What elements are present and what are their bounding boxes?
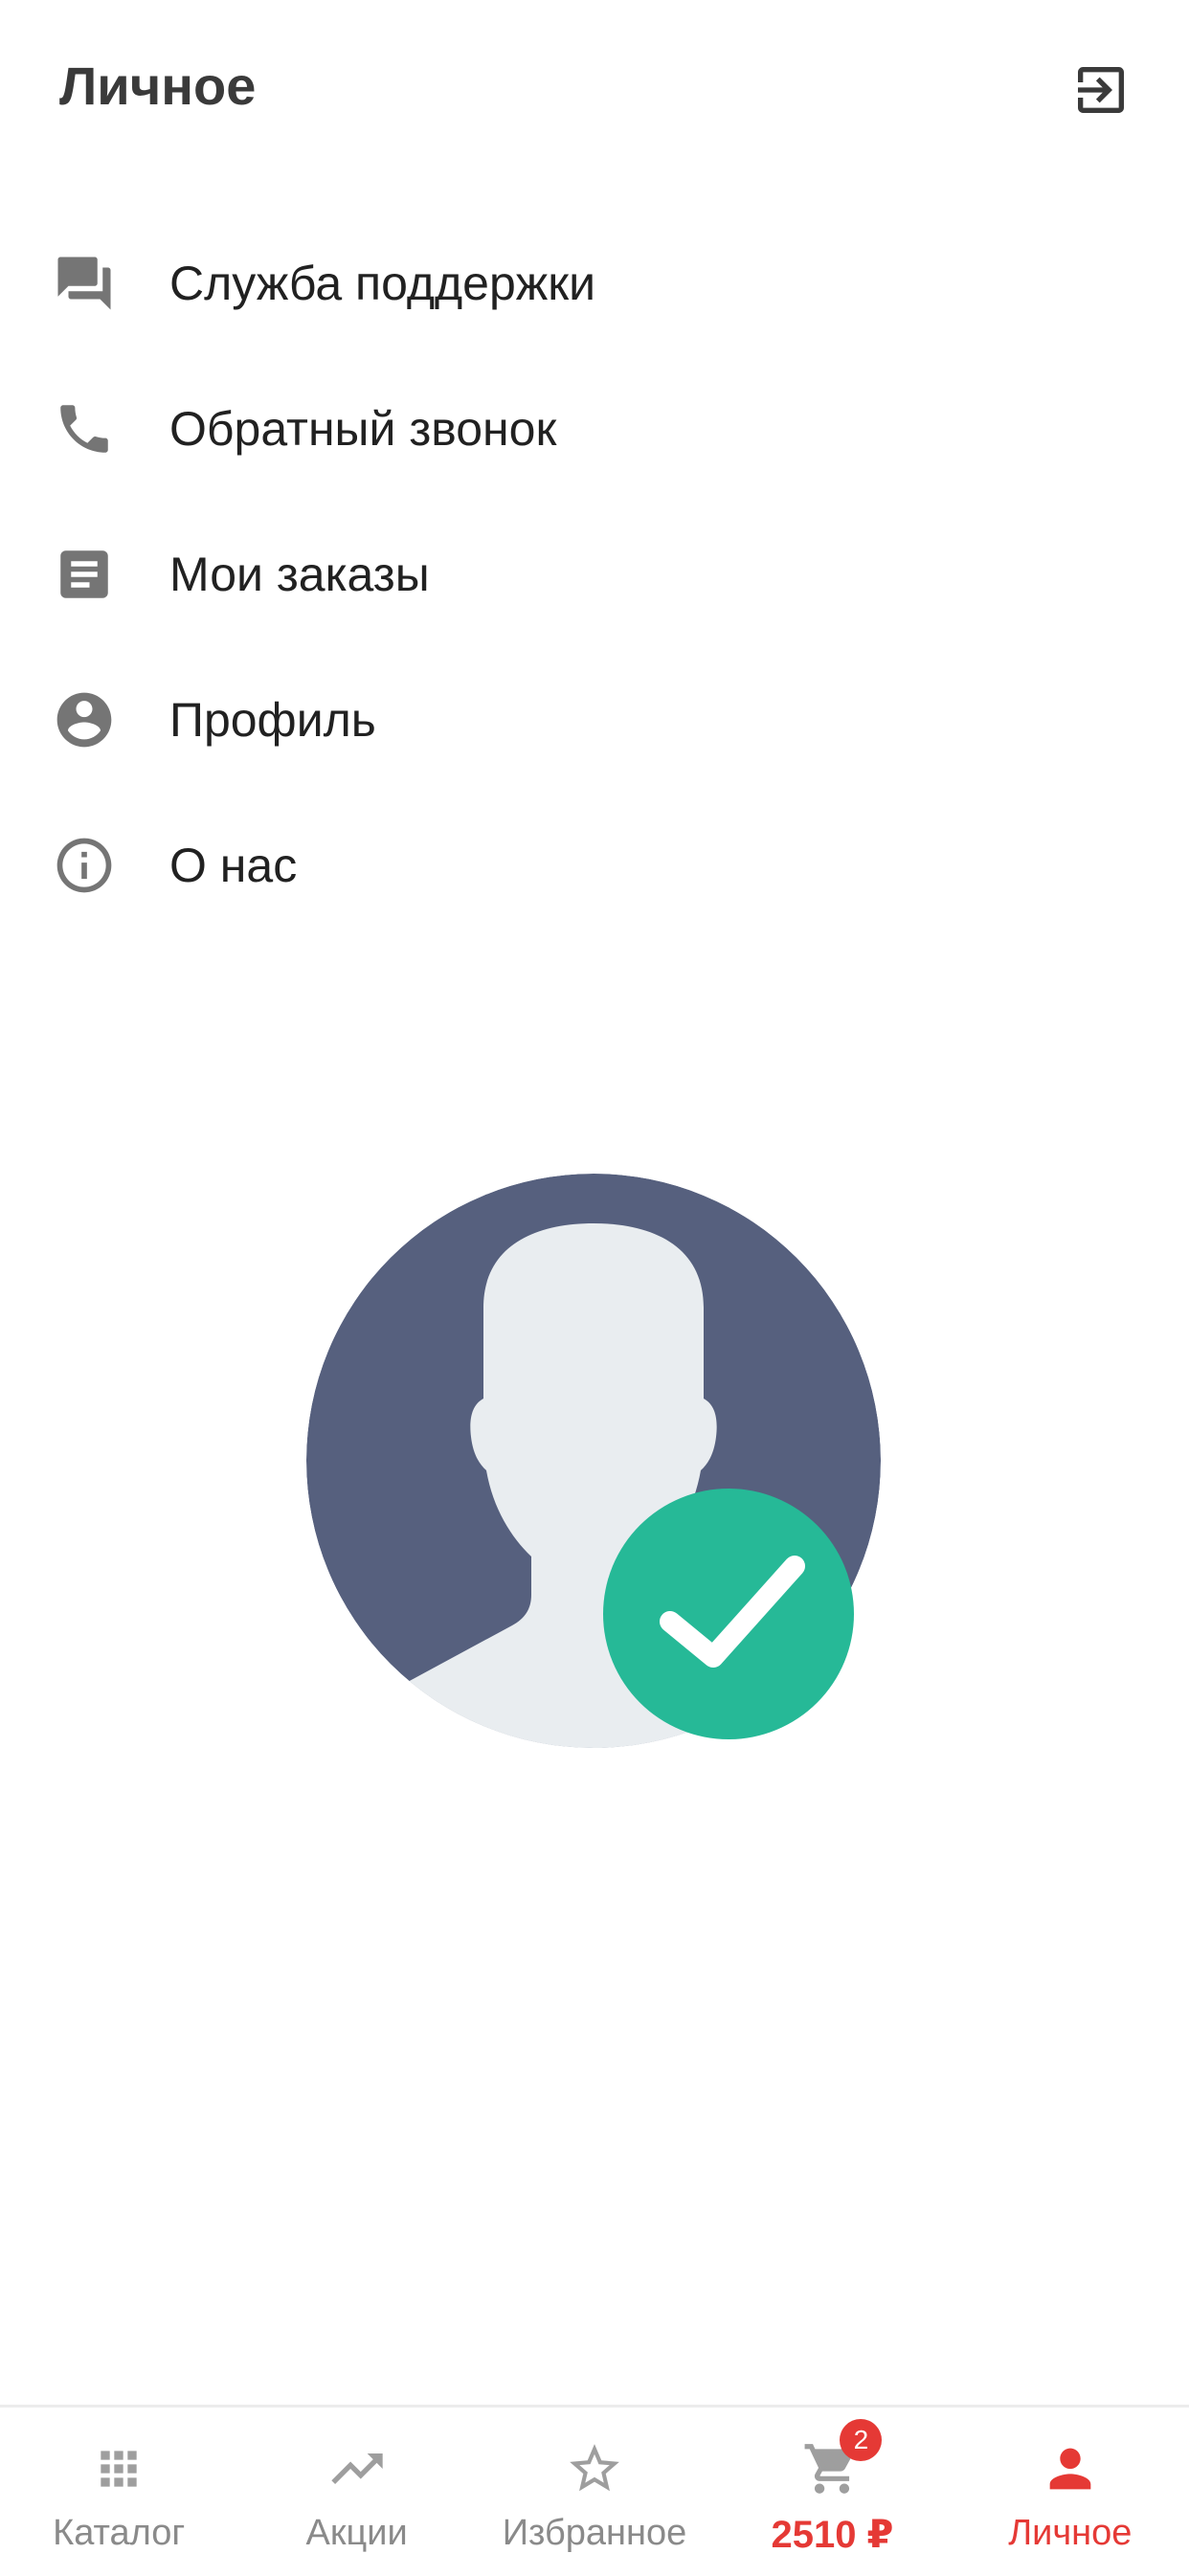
nav-promotions[interactable]: Акции bbox=[237, 2408, 475, 2576]
cart-count-badge: 2 bbox=[840, 2419, 883, 2461]
account-icon bbox=[52, 687, 117, 752]
person-icon bbox=[1036, 2434, 1105, 2503]
verified-user-illustration bbox=[306, 1174, 881, 1758]
orders-icon bbox=[52, 542, 117, 607]
menu-item-label: Мои заказы bbox=[169, 548, 430, 601]
cart-icon: 2 bbox=[797, 2419, 883, 2503]
star-outline-icon bbox=[560, 2434, 629, 2503]
menu-item-callback[interactable]: Обратный звонок bbox=[0, 356, 1189, 502]
cart-total-label: 2510 ₽ bbox=[771, 2514, 894, 2556]
nav-personal[interactable]: Личное bbox=[952, 2408, 1189, 2576]
menu-item-label: Профиль bbox=[169, 693, 376, 747]
logout-button[interactable] bbox=[1065, 54, 1137, 126]
phone-icon bbox=[52, 396, 117, 461]
menu-item-label: О нас bbox=[169, 839, 298, 892]
chat-icon bbox=[52, 251, 117, 316]
menu-item-orders[interactable]: Мои заказы bbox=[0, 502, 1189, 647]
nav-favorites[interactable]: Избранное bbox=[476, 2408, 713, 2576]
bottom-navigation: Каталог Акции Избранное 2 2510 ₽ Личное bbox=[0, 2405, 1189, 2576]
nav-label: Каталог bbox=[53, 2513, 186, 2553]
logout-icon bbox=[1078, 67, 1124, 113]
trending-up-icon bbox=[323, 2434, 392, 2503]
menu-item-label: Обратный звонок bbox=[169, 402, 557, 456]
nav-cart[interactable]: 2 2510 ₽ bbox=[713, 2408, 951, 2576]
nav-catalog[interactable]: Каталог bbox=[0, 2408, 237, 2576]
app-header: Личное bbox=[0, 0, 1189, 172]
grid-icon bbox=[84, 2434, 153, 2503]
menu-item-support[interactable]: Служба поддержки bbox=[0, 211, 1189, 356]
menu-item-about[interactable]: О нас bbox=[0, 793, 1189, 938]
menu-item-label: Служба поддержки bbox=[169, 257, 596, 310]
nav-label: Избранное bbox=[502, 2513, 687, 2553]
info-icon bbox=[52, 833, 117, 898]
menu-item-profile[interactable]: Профиль bbox=[0, 647, 1189, 793]
nav-label: Акции bbox=[305, 2513, 408, 2553]
personal-menu: Служба поддержки Обратный звонок Мои зак… bbox=[0, 211, 1189, 938]
nav-label: Личное bbox=[1008, 2513, 1133, 2553]
page-title: Личное bbox=[59, 56, 257, 116]
